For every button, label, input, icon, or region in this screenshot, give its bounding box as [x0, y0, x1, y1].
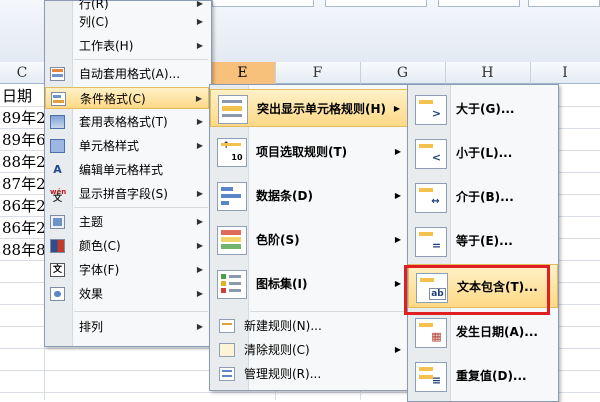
effect-icon	[50, 287, 65, 301]
column-header-i[interactable]: I	[530, 62, 600, 84]
between-icon: ↔	[415, 183, 447, 213]
menu-item-arrange[interactable]: 排列 ▶	[45, 316, 209, 338]
menu-item-data-bars[interactable]: 数据条(D) ▶	[210, 177, 409, 215]
highlight-rules-submenu: > 大于(G)... < 小于(L)... ↔ 介于(B)... = 等于(E)…	[407, 84, 559, 402]
menu-separator	[74, 311, 208, 312]
column-icon	[50, 15, 65, 29]
top-bottom-rules-icon: ↑ 10	[217, 138, 247, 167]
menu-item-date-occurring[interactable]: ▦ 发生日期(A)...	[408, 310, 558, 354]
menu-separator	[74, 207, 208, 208]
cell-c[interactable]: 86年2	[0, 217, 44, 239]
cell-c[interactable]: 86年2	[0, 195, 44, 217]
menu-item-table-format[interactable]: 套用表格格式(T) ▶	[45, 111, 209, 133]
edit-cell-style-icon: A	[53, 163, 62, 176]
column-header-f[interactable]: F	[275, 62, 361, 84]
menu-item-sheet[interactable]: 工作表(H) ▶	[45, 35, 209, 57]
cell-c[interactable]: 89年2	[0, 107, 44, 129]
menu-item-cell-style[interactable]: 单元格样式 ▶	[45, 135, 209, 157]
cell-c[interactable]: 88年8	[0, 239, 44, 261]
menu-item-edit-cell-style[interactable]: A 编辑单元格样式	[45, 159, 209, 181]
icon-sets-icon	[217, 270, 247, 299]
greater-than-icon: >	[415, 95, 447, 125]
manage-rules-icon	[219, 367, 235, 381]
conditional-format-icon	[51, 92, 66, 106]
date-occurring-icon: ▦	[415, 318, 447, 348]
conditional-format-submenu: 突出显示单元格规则(H) ▶ ↑ 10 项目选取规则(T) ▶ 数据条(D) ▶…	[209, 84, 410, 391]
menu-item-effect[interactable]: 效果 ▶	[45, 283, 209, 305]
menu-item-conditional-format[interactable]: 条件格式(C) ▶	[45, 87, 209, 109]
highlight-rules-icon	[218, 95, 248, 124]
menu-item-greater-than[interactable]: > 大于(G)...	[408, 87, 558, 131]
color-scales-icon	[217, 226, 247, 255]
menu-item-new-rule[interactable]: 新建规则(N)...	[210, 315, 409, 337]
menu-item-manage-rules[interactable]: 管理规则(R)...	[210, 363, 409, 385]
font-icon: 文	[50, 263, 65, 277]
table-format-icon	[50, 115, 65, 129]
menu-separator	[250, 311, 406, 312]
menu-item-phonetic[interactable]: wén 文 显示拼音字段(S) ▶	[45, 183, 209, 205]
menu-item-duplicate-values[interactable]: ≡ 重复值(D)...	[408, 354, 558, 398]
menu-separator	[74, 59, 208, 60]
autoformat-icon	[50, 67, 65, 81]
menu-item-color[interactable]: 颜色(C) ▶	[45, 235, 209, 257]
annotation-highlight-box	[404, 265, 550, 315]
theme-icon	[50, 215, 65, 229]
ribbon-control[interactable]	[528, 0, 600, 7]
column-header-c[interactable]: C	[0, 62, 45, 84]
menu-item-font[interactable]: 文 字体(F) ▶	[45, 259, 209, 281]
menu-item-autoformat[interactable]: 自动套用格式(A)...	[45, 63, 209, 85]
sheet-icon	[50, 39, 65, 53]
cell-c[interactable]: 87年2	[0, 173, 44, 195]
column-header-e[interactable]: E	[210, 62, 276, 84]
cell-c[interactable]: 88年2	[0, 151, 44, 173]
color-icon	[50, 239, 65, 253]
column-header-g[interactable]: G	[360, 62, 446, 84]
clear-rules-icon	[219, 343, 235, 357]
equal-to-icon: =	[415, 227, 447, 257]
menu-item-top-bottom-rules[interactable]: ↑ 10 项目选取规则(T) ▶	[210, 133, 409, 171]
ribbon-control[interactable]	[212, 0, 314, 7]
cell-c-header[interactable]: 日期	[0, 85, 44, 107]
cell-style-icon	[50, 139, 65, 153]
duplicate-values-icon: ≡	[415, 362, 447, 392]
menu-item-between[interactable]: ↔ 介于(B)...	[408, 175, 558, 219]
menu-item-column[interactable]: 列(C) ▶	[45, 11, 209, 33]
data-bars-icon	[217, 182, 247, 211]
format-context-menu: 行(R) ▶ 列(C) ▶ 工作表(H) ▶ 自动套用格式(A)... 条件格式…	[44, 0, 212, 347]
menu-item-highlight-rules[interactable]: 突出显示单元格规则(H) ▶	[210, 89, 409, 127]
menu-item-equal-to[interactable]: = 等于(E)...	[408, 219, 558, 263]
arrange-icon	[50, 320, 65, 334]
menu-item-icon-sets[interactable]: 图标集(I) ▶	[210, 265, 409, 303]
ribbon-control[interactable]	[438, 0, 520, 7]
phonetic-icon: wén 文	[50, 188, 67, 204]
row-icon	[50, 0, 65, 11]
column-header-h[interactable]: H	[445, 62, 531, 84]
menu-item-clear-rules[interactable]: 清除规则(C) ▶	[210, 339, 409, 361]
menu-item-color-scales[interactable]: 色阶(S) ▶	[210, 221, 409, 259]
menu-item-less-than[interactable]: < 小于(L)...	[408, 131, 558, 175]
less-than-icon: <	[415, 139, 447, 169]
ribbon-control[interactable]	[325, 0, 427, 7]
new-rule-icon	[219, 319, 235, 333]
cell-c[interactable]: 89年6	[0, 129, 44, 151]
menu-item-theme[interactable]: 主题 ▶	[45, 211, 209, 233]
